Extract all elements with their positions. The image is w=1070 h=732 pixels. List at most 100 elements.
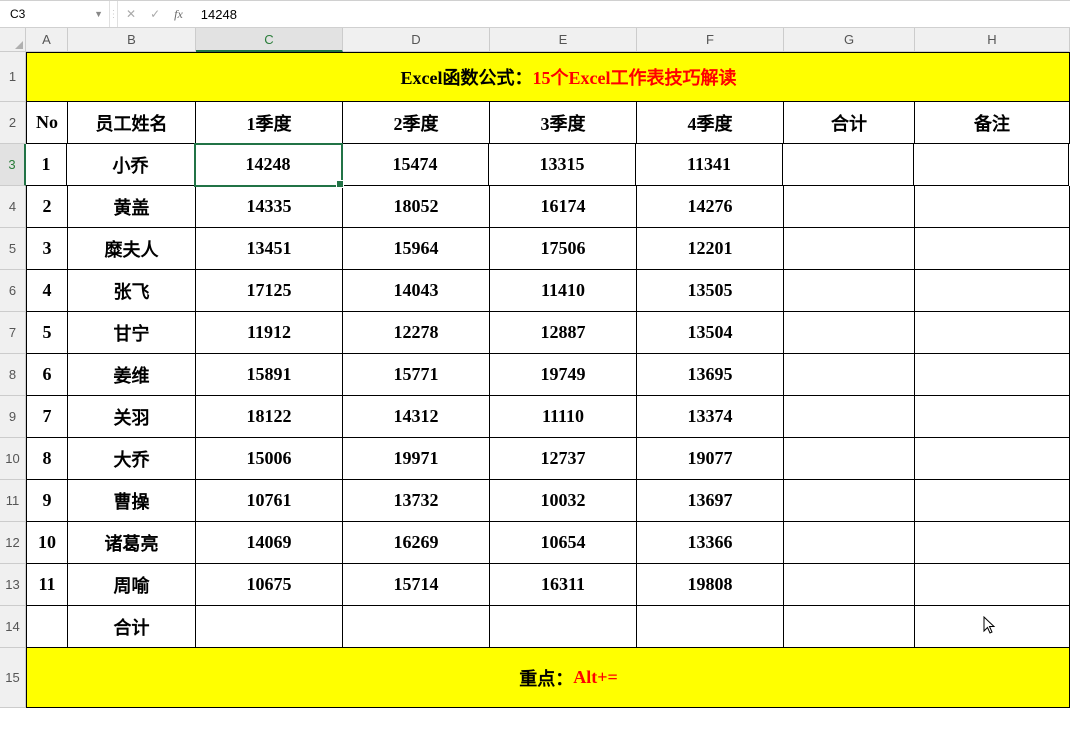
cell-name[interactable]: 关羽 <box>68 396 196 438</box>
footer-cell[interactable]: 重点：Alt+= <box>68 648 1069 708</box>
cell-q1[interactable]: 10761 <box>196 480 343 522</box>
cell-no[interactable]: 3 <box>26 228 68 270</box>
cell-q2[interactable]: 15964 <box>343 228 490 270</box>
cell-note[interactable] <box>915 396 1070 438</box>
cell-sum[interactable] <box>784 438 915 480</box>
cell-q2[interactable]: 13732 <box>343 480 490 522</box>
cell-q1[interactable]: 13451 <box>196 228 343 270</box>
row-header-6[interactable]: 6 <box>0 270 26 312</box>
cell-q4[interactable]: 13697 <box>637 480 784 522</box>
cell-q1[interactable]: 15891 <box>196 354 343 396</box>
cell-sum[interactable] <box>784 480 915 522</box>
separator-grip[interactable]: ⋮ <box>110 1 118 27</box>
cell-q4[interactable]: 13504 <box>637 312 784 354</box>
cell-sum[interactable] <box>784 228 915 270</box>
totals-q4[interactable] <box>637 606 784 648</box>
col-header-F[interactable]: F <box>637 28 784 51</box>
cell-no[interactable]: 4 <box>26 270 68 312</box>
select-all-corner[interactable] <box>0 28 26 51</box>
cell-q3[interactable]: 16311 <box>490 564 637 606</box>
cell-sum[interactable] <box>784 312 915 354</box>
cell-q2[interactable]: 18052 <box>343 186 490 228</box>
cell-q4[interactable]: 13695 <box>637 354 784 396</box>
cell-no[interactable]: 11 <box>26 564 68 606</box>
cell-sum[interactable] <box>784 396 915 438</box>
row-header-15[interactable]: 15 <box>0 648 26 708</box>
cell-q3[interactable]: 19749 <box>490 354 637 396</box>
cell-no[interactable]: 2 <box>26 186 68 228</box>
cell-q1[interactable]: 15006 <box>196 438 343 480</box>
cell-name[interactable]: 张飞 <box>68 270 196 312</box>
footer-cell[interactable] <box>26 648 68 708</box>
cell-q4[interactable]: 13366 <box>637 522 784 564</box>
cell-q1[interactable]: 10675 <box>196 564 343 606</box>
col-header-E[interactable]: E <box>490 28 637 51</box>
cell-q2[interactable]: 15474 <box>342 144 489 186</box>
cell-q3[interactable]: 11110 <box>490 396 637 438</box>
row-header-8[interactable]: 8 <box>0 354 26 396</box>
header-q2[interactable]: 2季度 <box>343 102 490 144</box>
cell-note[interactable] <box>915 564 1070 606</box>
col-header-G[interactable]: G <box>784 28 915 51</box>
cell-q2[interactable]: 14043 <box>343 270 490 312</box>
cell-note[interactable] <box>915 186 1070 228</box>
row-header-2[interactable]: 2 <box>0 102 26 144</box>
cell-q2[interactable]: 14312 <box>343 396 490 438</box>
cell-q1[interactable]: 17125 <box>196 270 343 312</box>
row-header-1[interactable]: 1 <box>0 52 26 102</box>
cell-q3[interactable]: 12737 <box>490 438 637 480</box>
title-cell[interactable] <box>26 52 68 102</box>
cell-no[interactable]: 6 <box>26 354 68 396</box>
cell-no[interactable]: 7 <box>26 396 68 438</box>
cell-name[interactable]: 糜夫人 <box>68 228 196 270</box>
cell-sum[interactable] <box>784 522 915 564</box>
cell-q1[interactable]: 18122 <box>196 396 343 438</box>
totals-q1[interactable] <box>196 606 343 648</box>
row-header-3[interactable]: 3 <box>0 144 26 186</box>
cell-q2[interactable]: 16269 <box>343 522 490 564</box>
header-sum[interactable]: 合计 <box>784 102 915 144</box>
cell-q1[interactable]: 14069 <box>196 522 343 564</box>
cell-name[interactable]: 诸葛亮 <box>68 522 196 564</box>
cell-q4[interactable]: 12201 <box>637 228 784 270</box>
header-note[interactable]: 备注 <box>915 102 1070 144</box>
cell-q1[interactable]: 14248 <box>195 144 342 186</box>
cell-q3[interactable]: 13315 <box>489 144 636 186</box>
row-header-10[interactable]: 10 <box>0 438 26 480</box>
cell-q4[interactable]: 13374 <box>637 396 784 438</box>
cell-q3[interactable]: 12887 <box>490 312 637 354</box>
cell-note[interactable] <box>915 480 1070 522</box>
row-header-4[interactable]: 4 <box>0 186 26 228</box>
header-name[interactable]: 员工姓名 <box>68 102 196 144</box>
cell-name[interactable]: 曹操 <box>68 480 196 522</box>
row-header-5[interactable]: 5 <box>0 228 26 270</box>
totals-q3[interactable] <box>490 606 637 648</box>
name-box[interactable]: C3 ▼ <box>0 1 110 27</box>
cell-note[interactable] <box>915 270 1070 312</box>
enter-icon[interactable]: ✓ <box>150 7 160 21</box>
cell-q4[interactable]: 13505 <box>637 270 784 312</box>
col-header-A[interactable]: A <box>26 28 68 51</box>
cell-sum[interactable] <box>784 186 915 228</box>
fx-icon[interactable]: fx <box>174 7 183 22</box>
cell-note[interactable] <box>915 438 1070 480</box>
cell-q3[interactable]: 11410 <box>490 270 637 312</box>
header-q4[interactable]: 4季度 <box>637 102 784 144</box>
col-header-B[interactable]: B <box>68 28 196 51</box>
cell-q1[interactable]: 14335 <box>196 186 343 228</box>
row-header-9[interactable]: 9 <box>0 396 26 438</box>
cell-sum[interactable] <box>784 354 915 396</box>
col-header-C[interactable]: C <box>196 28 343 52</box>
row-header-13[interactable]: 13 <box>0 564 26 606</box>
cancel-icon[interactable]: ✕ <box>126 7 136 21</box>
row-header-14[interactable]: 14 <box>0 606 26 648</box>
cell-name[interactable]: 甘宁 <box>68 312 196 354</box>
cell-name[interactable]: 大乔 <box>68 438 196 480</box>
cell-note[interactable] <box>915 522 1070 564</box>
cell-note[interactable] <box>915 354 1070 396</box>
cell-note[interactable] <box>915 228 1070 270</box>
cell-q2[interactable]: 19971 <box>343 438 490 480</box>
cell-name[interactable]: 姜维 <box>68 354 196 396</box>
cell-q3[interactable]: 16174 <box>490 186 637 228</box>
cell-q3[interactable]: 17506 <box>490 228 637 270</box>
